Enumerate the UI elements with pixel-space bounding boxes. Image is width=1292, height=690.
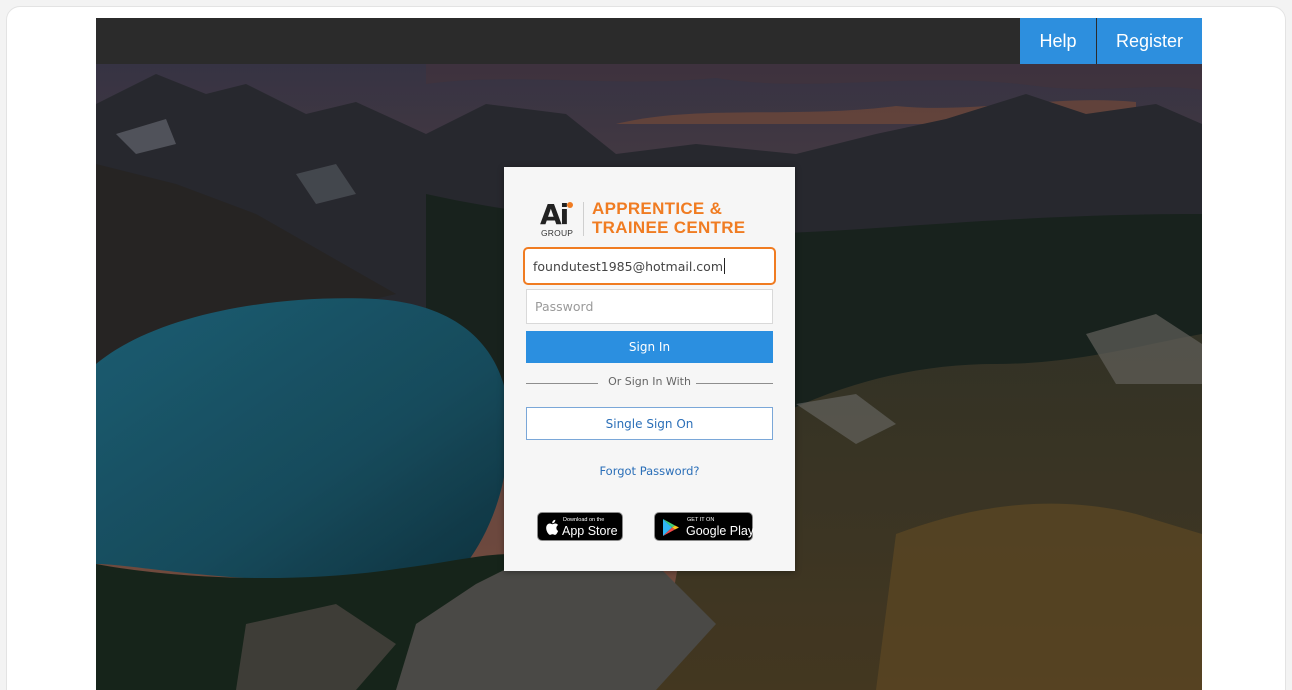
email-field[interactable]: foundutest1985@hotmail.com xyxy=(523,247,776,285)
logo-title-line-1: APPRENTICE & xyxy=(592,199,723,218)
app-store-small-label: Download on the xyxy=(563,517,605,523)
password-field[interactable]: Password xyxy=(526,289,773,324)
google-play-badge[interactable]: GET IT ON Google Play xyxy=(654,512,755,541)
google-play-small-label: GET IT ON xyxy=(687,517,715,523)
logo-title: APPRENTICE & TRAINEE CENTRE xyxy=(592,199,746,237)
logo-divider xyxy=(583,202,584,236)
sign-in-button[interactable]: Sign In xyxy=(526,331,773,363)
google-play-label: Google Play xyxy=(686,524,755,538)
logo-group-label: GROUP xyxy=(541,228,574,238)
logo-dot-icon xyxy=(567,202,573,208)
login-card: Ai GROUP APPRENTICE & TRAINEE CENTRE fou… xyxy=(504,167,795,571)
logo-title-line-2: TRAINEE CENTRE xyxy=(592,217,746,237)
single-sign-on-button[interactable]: Single Sign On xyxy=(526,407,773,440)
help-button[interactable]: Help xyxy=(1020,18,1096,64)
apple-icon xyxy=(546,519,559,535)
divider-label: Or Sign In With xyxy=(608,375,691,388)
forgot-password-link[interactable]: Forgot Password? xyxy=(504,464,795,478)
ai-group-logo-mark: Ai xyxy=(540,198,569,231)
app-store-label: App Store xyxy=(562,524,618,538)
top-navigation-bar: Help Register xyxy=(96,18,1202,64)
divider-line-right xyxy=(696,383,773,384)
app-store-badge[interactable]: Download on the App Store xyxy=(537,512,623,541)
email-value: foundutest1985@hotmail.com xyxy=(533,258,723,274)
google-play-icon xyxy=(663,519,679,536)
text-cursor xyxy=(724,258,725,274)
company-logo: Ai GROUP APPRENTICE & TRAINEE CENTRE xyxy=(540,198,770,240)
app-viewport: Help Register Ai GROUP APPRENTICE & TRAI… xyxy=(96,18,1202,690)
register-button[interactable]: Register xyxy=(1097,18,1202,64)
sign-in-with-divider: Or Sign In With xyxy=(526,374,773,392)
